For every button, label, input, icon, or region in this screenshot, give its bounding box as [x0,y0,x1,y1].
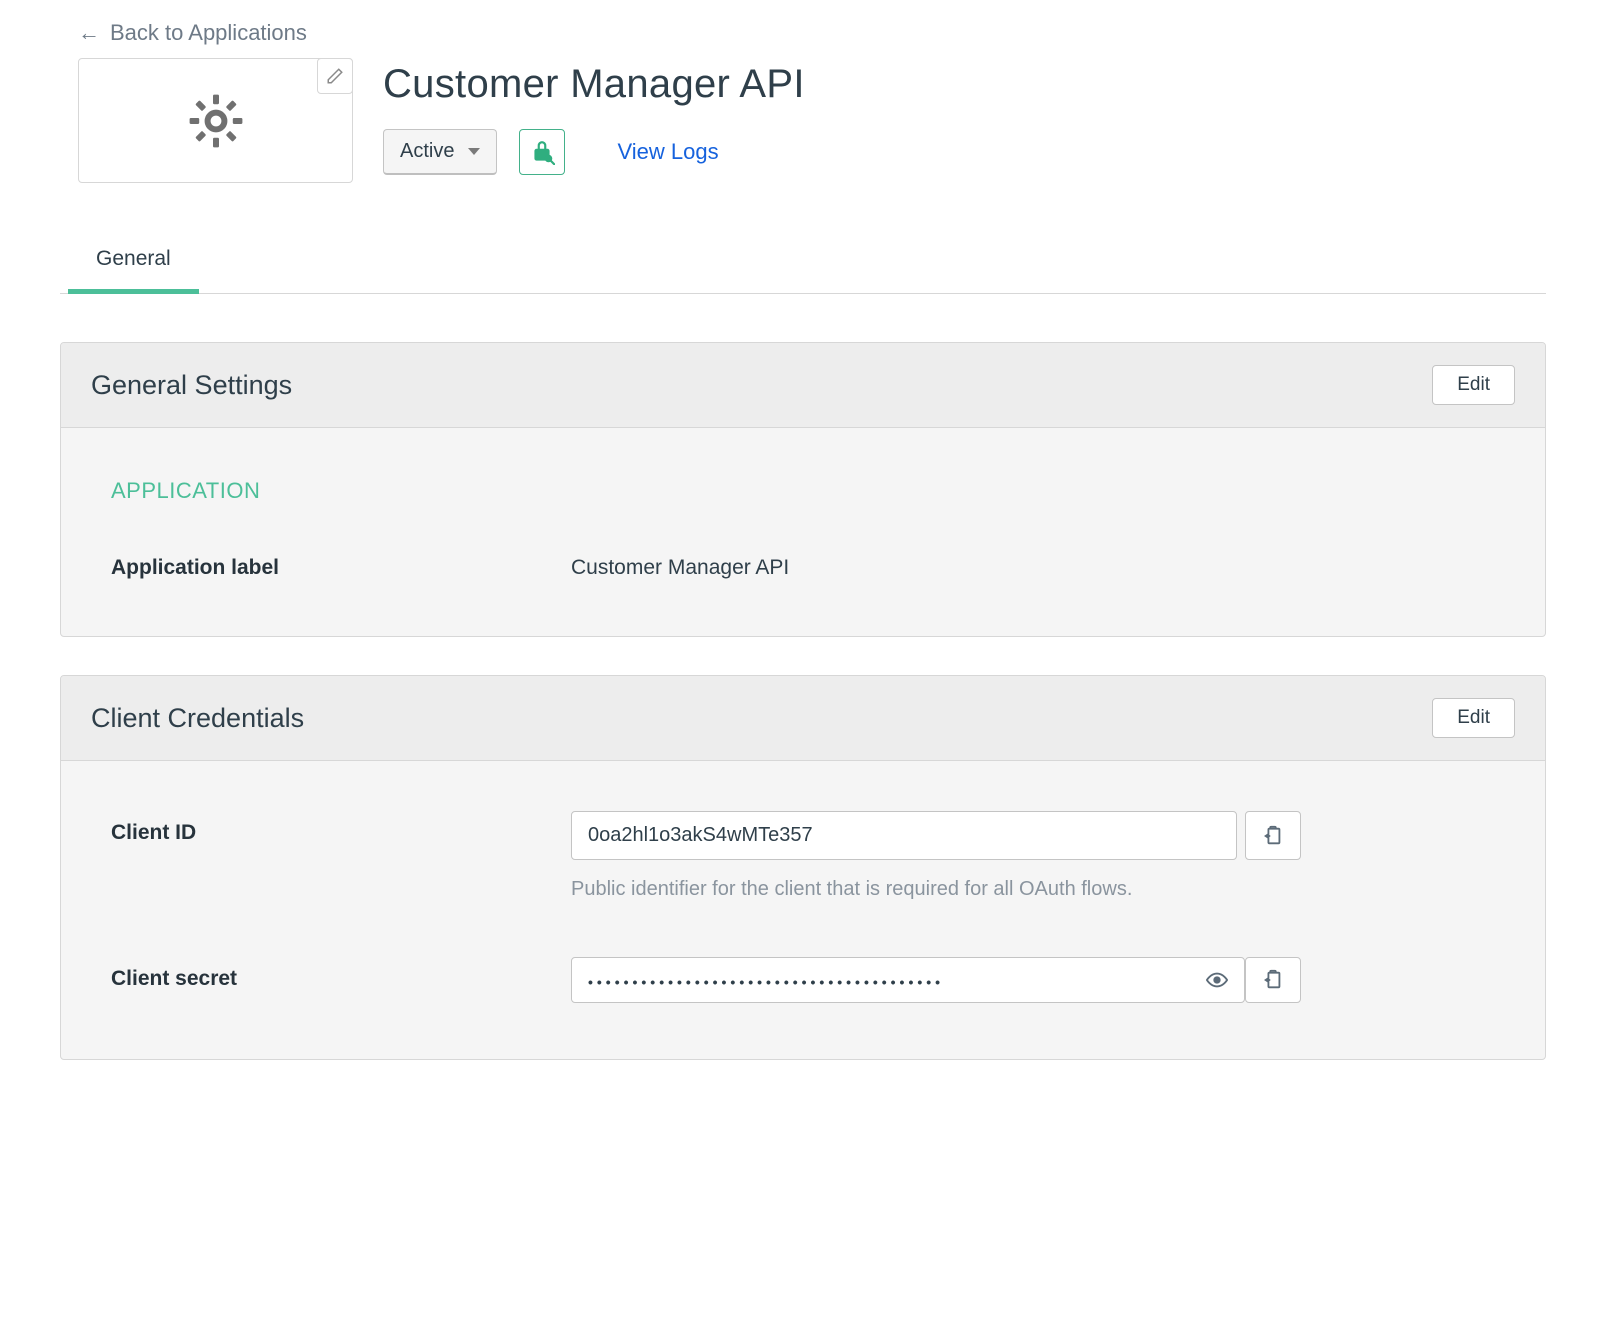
caret-down-icon [468,148,480,155]
copy-client-secret-button[interactable] [1245,957,1301,1003]
general-settings-panel: General Settings Edit APPLICATION Applic… [60,342,1546,637]
copy-client-id-button[interactable] [1245,811,1301,860]
status-dropdown[interactable]: Active [383,129,497,175]
client-credentials-panel: Client Credentials Edit Client ID Public [60,675,1546,1060]
application-label-row: Application label Customer Manager API [111,546,1505,580]
edit-logo-button[interactable] [317,58,353,94]
clipboard-icon [1262,969,1284,991]
app-header-info: Customer Manager API Active View Logs [383,58,805,175]
app-logo-box [78,58,353,183]
app-title: Customer Manager API [383,62,805,107]
gear-icon [186,91,246,151]
app-key-button[interactable] [519,129,565,175]
application-label-value: Customer Manager API [571,546,789,580]
application-label-field-label: Application label [111,546,571,580]
general-settings-body: APPLICATION Application label Customer M… [61,428,1545,636]
back-to-applications-link[interactable]: ← Back to Applications [78,20,307,46]
app-header: Customer Manager API Active View Logs [78,58,1546,183]
status-label: Active [400,140,454,163]
clipboard-icon [1262,825,1284,847]
client-id-help-text: Public identifier for the client that is… [571,878,1301,901]
tabs: General [60,233,1546,294]
tab-general[interactable]: General [68,233,199,294]
general-settings-header: General Settings Edit [61,343,1545,428]
header-controls: Active View Logs [383,129,805,175]
client-secret-masked: •••••••••••••••••••••••••••••••••••••••• [588,970,944,990]
client-secret-input[interactable]: •••••••••••••••••••••••••••••••••••••••• [571,957,1245,1003]
pencil-icon [326,67,344,85]
client-id-label: Client ID [111,811,571,845]
client-id-field: Public identifier for the client that is… [571,811,1301,901]
arrow-left-icon: ← [78,20,100,46]
client-credentials-body: Client ID Public identifier for the clie… [61,761,1545,1059]
client-id-input[interactable] [571,811,1237,860]
client-secret-field: •••••••••••••••••••••••••••••••••••••••• [571,957,1301,1003]
client-secret-label: Client secret [111,957,571,991]
client-credentials-title: Client Credentials [91,703,304,734]
client-secret-row: Client secret ••••••••••••••••••••••••••… [111,957,1505,1003]
view-logs-link[interactable]: View Logs [617,139,718,165]
application-subsection-label: APPLICATION [111,478,1505,504]
client-credentials-edit-button[interactable]: Edit [1432,698,1515,738]
general-settings-edit-button[interactable]: Edit [1432,365,1515,405]
client-credentials-header: Client Credentials Edit [61,676,1545,761]
general-settings-title: General Settings [91,370,292,401]
client-id-row: Client ID Public identifier for the clie… [111,811,1505,901]
eye-icon [1206,969,1228,991]
reveal-client-secret-button[interactable] [1197,957,1237,1003]
back-link-label: Back to Applications [110,20,307,46]
lock-key-icon [529,139,555,165]
